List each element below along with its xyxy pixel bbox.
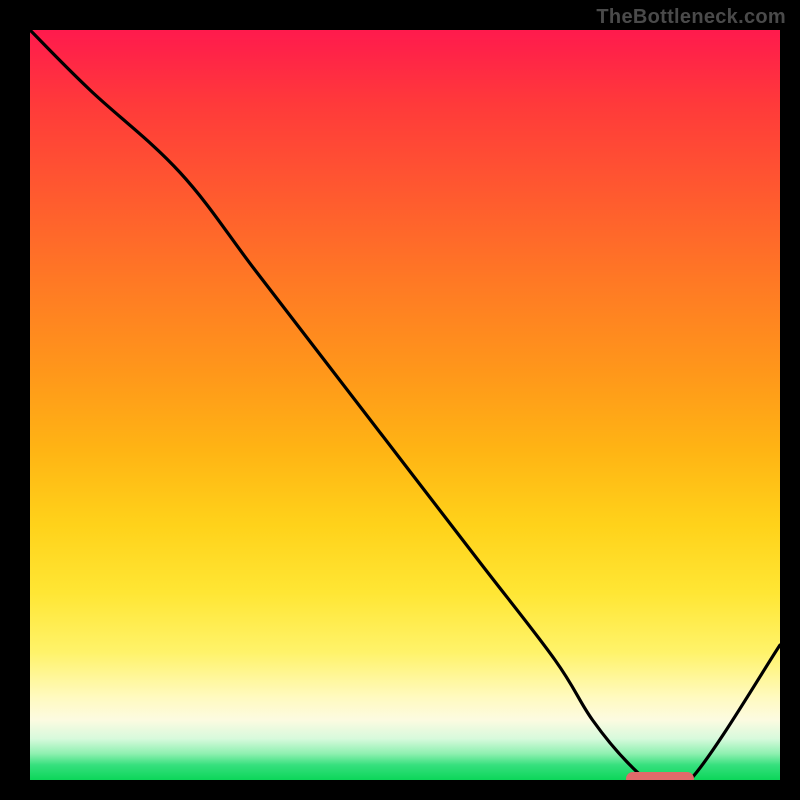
chart-frame: TheBottleneck.com bbox=[0, 0, 800, 800]
curve-path bbox=[30, 30, 780, 780]
bottleneck-curve bbox=[30, 30, 780, 780]
plot-area bbox=[30, 30, 780, 780]
watermark-text: TheBottleneck.com bbox=[596, 6, 786, 29]
optimal-range-marker bbox=[626, 772, 694, 780]
